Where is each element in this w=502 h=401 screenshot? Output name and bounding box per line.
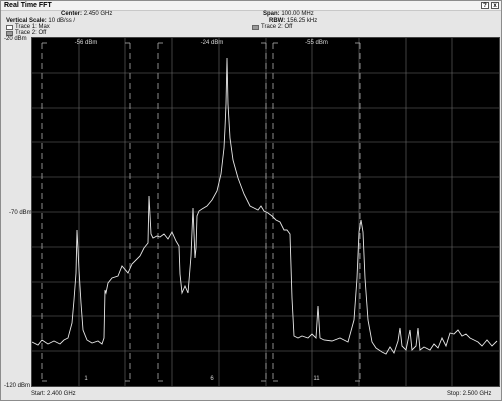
y-bottom-label: -120 dBm bbox=[4, 383, 31, 389]
y-top-label: -20 dBm bbox=[4, 36, 27, 42]
legend-trace2-right[interactable]: Trace 2: Off bbox=[252, 24, 292, 31]
channel-number-label: 11 bbox=[313, 376, 320, 382]
spectrum-svg: -56 dBm 1 -24 dBm 6 -55 dBm 11 bbox=[31, 38, 499, 386]
channel-level-label: -56 dBm bbox=[75, 40, 98, 46]
start-frequency: Start: 2.400 GHz bbox=[31, 391, 76, 397]
channel-number-label: 1 bbox=[84, 376, 88, 382]
spectrum-plot[interactable]: -56 dBm 1 -24 dBm 6 -55 dBm 11 bbox=[31, 37, 500, 387]
trace2-label-right: Trace 2: Off bbox=[261, 24, 293, 30]
help-button[interactable]: ? bbox=[481, 2, 489, 9]
span-label: Span: bbox=[263, 11, 280, 17]
window-title: Real Time FFT bbox=[4, 2, 52, 9]
close-button[interactable]: x bbox=[491, 2, 499, 9]
channel-level-label: -55 dBm bbox=[305, 40, 328, 46]
span-readout: Span: 100.00 MHz bbox=[263, 11, 314, 18]
trace2-swatch-right bbox=[252, 25, 259, 30]
vertical-scale-value: 10 dB/ss / bbox=[48, 18, 76, 24]
center-value: 2.450 GHz bbox=[83, 11, 113, 17]
rtfft-window: Real Time FFT ? x Center: 2.450 GHz Vert… bbox=[0, 0, 502, 401]
y-mid-label: -70 dBm bbox=[9, 210, 32, 216]
center-readout: Center: 2.450 GHz bbox=[61, 11, 112, 18]
channel-level-label: -24 dBm bbox=[201, 40, 224, 46]
window-buttons: ? x bbox=[481, 2, 499, 9]
channel-labels: -56 dBm 1 -24 dBm 6 -55 dBm 11 bbox=[75, 40, 328, 382]
stop-frequency: Stop: 2.500 GHz bbox=[447, 391, 492, 397]
span-value: 100.00 MHz bbox=[281, 11, 314, 17]
center-label: Center: bbox=[61, 11, 83, 17]
title-bar: Real Time FFT ? x bbox=[1, 1, 501, 11]
spectrum-trace bbox=[31, 57, 498, 355]
channel-number-label: 6 bbox=[210, 376, 214, 382]
